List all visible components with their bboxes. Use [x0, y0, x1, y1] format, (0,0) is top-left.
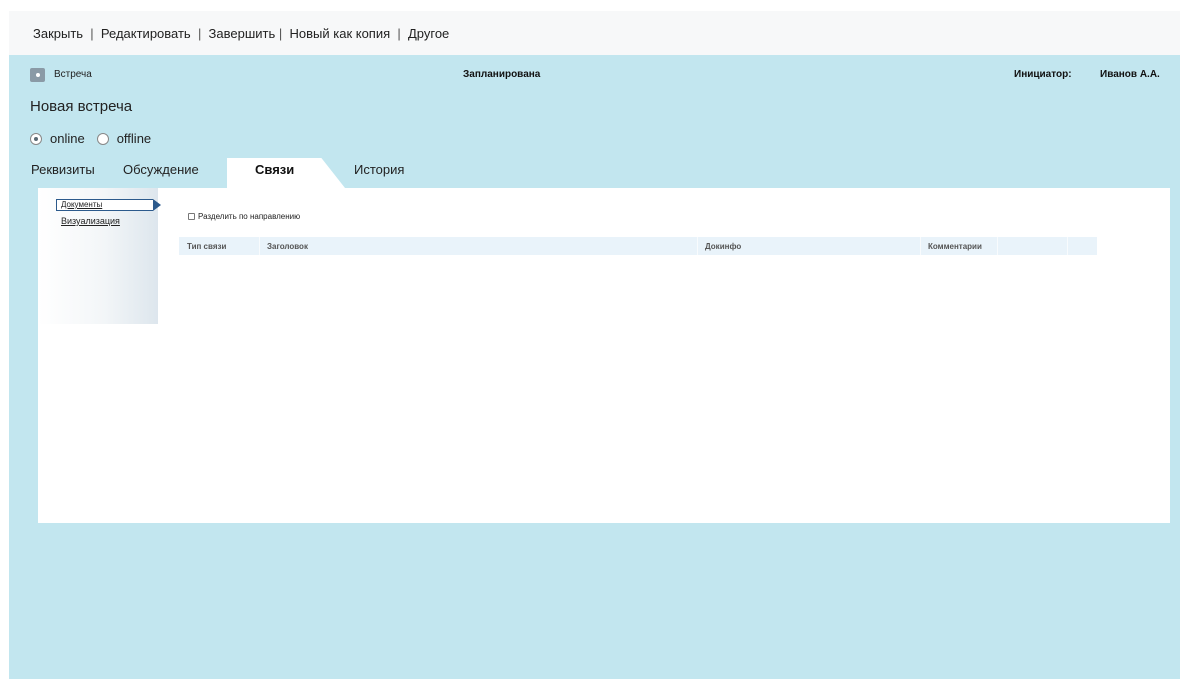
tab-links-label[interactable]: Связи: [255, 162, 294, 177]
links-grid-header: Тип связи Заголовок Докинфо Комментарии: [179, 237, 1097, 255]
toolbar-separator: |: [275, 25, 290, 41]
offline-radio[interactable]: [96, 132, 109, 145]
toolbar-separator: |: [390, 25, 408, 41]
online-radio[interactable]: [30, 132, 42, 145]
initiator-label: Инициатор:: [1014, 69, 1072, 80]
tab-history[interactable]: История: [354, 162, 404, 177]
online-radio-label[interactable]: online: [50, 131, 85, 146]
column-divider[interactable]: [259, 237, 260, 255]
nav-item-visualization[interactable]: Визуализация: [61, 216, 120, 226]
new-as-copy-button[interactable]: Новый как копия: [290, 26, 391, 41]
other-menu-button[interactable]: Другое: [408, 26, 449, 41]
page-title: Новая встреча: [30, 98, 133, 115]
split-direction-option: Разделить по направлению: [188, 212, 300, 221]
document-type: Встреча: [54, 69, 92, 80]
toolbar-separator: |: [83, 25, 101, 41]
mode-radio-group: online offline: [30, 131, 163, 146]
meeting-type-icon: [30, 68, 45, 82]
document-card: Встреча Запланирована Инициатор: Иванов …: [9, 55, 1180, 679]
column-header-title[interactable]: Заголовок: [267, 242, 308, 251]
column-divider[interactable]: [920, 237, 921, 255]
column-divider[interactable]: [697, 237, 698, 255]
close-button[interactable]: Закрыть: [33, 26, 83, 41]
links-side-nav: Документы Визуализация: [38, 188, 161, 324]
status-label: Запланирована: [463, 69, 541, 80]
edit-button[interactable]: Редактировать: [101, 26, 191, 41]
toolbar: Закрыть | Редактировать | Завершить | Но…: [9, 11, 1180, 55]
initiator-value: Иванов А.А.: [1100, 69, 1160, 80]
column-header-link-type[interactable]: Тип связи: [187, 242, 226, 251]
links-panel: Документы Визуализация Разделить по напр…: [38, 188, 1170, 523]
tab-requisites[interactable]: Реквизиты: [31, 162, 95, 177]
column-header-comments[interactable]: Комментарии: [928, 242, 982, 251]
split-direction-checkbox[interactable]: [188, 213, 195, 220]
offline-radio-label[interactable]: offline: [117, 131, 151, 146]
split-direction-label[interactable]: Разделить по направлению: [198, 212, 300, 221]
column-divider[interactable]: [1067, 237, 1068, 255]
column-header-docinfo[interactable]: Докинфо: [705, 242, 741, 251]
finish-button[interactable]: Завершить: [209, 26, 276, 41]
toolbar-separator: |: [190, 25, 209, 41]
tab-discussion[interactable]: Обсуждение: [123, 162, 199, 177]
nav-item-documents[interactable]: Документы: [61, 200, 102, 209]
column-divider[interactable]: [997, 237, 998, 255]
